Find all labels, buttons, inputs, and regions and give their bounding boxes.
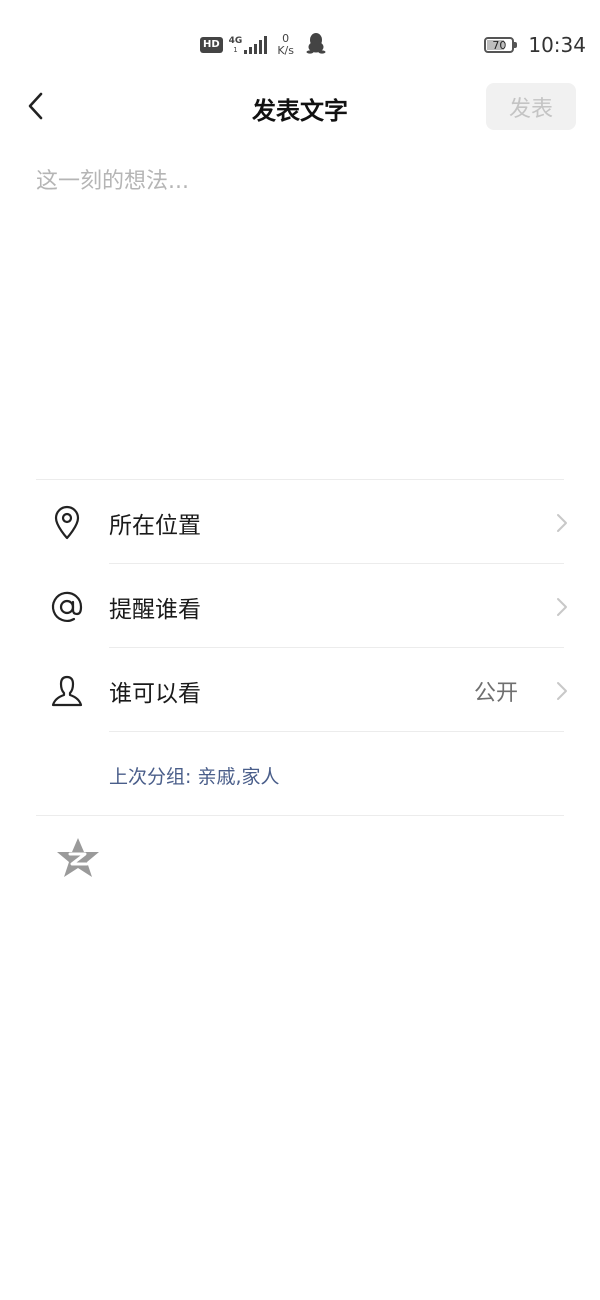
network-speed-unit: K/s [277, 44, 294, 57]
status-time: 10:34 [528, 33, 586, 57]
battery-level-text: 70 [492, 38, 507, 52]
person-icon [48, 671, 86, 711]
nav-bar: 发表文字 发表 [0, 80, 600, 136]
last-group-hint[interactable]: 上次分组: 亲戚,家人 [109, 756, 279, 794]
hd-icon: HD [200, 37, 223, 53]
network-sub-label: 1 [233, 46, 238, 54]
status-bar: HD 4G 1 0 K/s 70 10:34 [0, 0, 600, 90]
chevron-right-icon [548, 509, 576, 537]
network-type-label: 4G [228, 36, 243, 46]
signal-icon [244, 36, 268, 54]
publish-button[interactable]: 发表 [486, 83, 576, 130]
status-bar-left: HD 4G 1 0 K/s [200, 30, 326, 60]
mention-row[interactable]: 提醒谁看 [0, 565, 600, 649]
qzone-sync-toggle[interactable] [54, 836, 102, 884]
divider [109, 731, 564, 732]
qq-penguin-icon [306, 32, 326, 58]
divider [36, 815, 564, 816]
location-label: 所在位置 [109, 513, 201, 539]
visibility-value: 公开 [473, 681, 518, 706]
divider [109, 563, 564, 564]
divider [109, 647, 564, 648]
divider [36, 479, 564, 480]
network-indicator: 4G 1 [229, 36, 268, 54]
visibility-label: 谁可以看 [109, 681, 201, 707]
at-sign-icon [48, 587, 86, 627]
mention-label: 提醒谁看 [109, 597, 201, 623]
post-text-input[interactable] [36, 160, 564, 460]
qzone-star-icon [55, 836, 101, 884]
network-speed: 0 K/s [277, 33, 294, 57]
chevron-right-icon [548, 677, 576, 705]
chevron-right-icon [548, 593, 576, 621]
status-bar-right: 70 10:34 [484, 30, 586, 60]
battery-icon: 70 [484, 37, 518, 53]
visibility-row[interactable]: 谁可以看 公开 [0, 649, 600, 733]
location-row[interactable]: 所在位置 [0, 481, 600, 565]
location-pin-icon [48, 503, 86, 543]
